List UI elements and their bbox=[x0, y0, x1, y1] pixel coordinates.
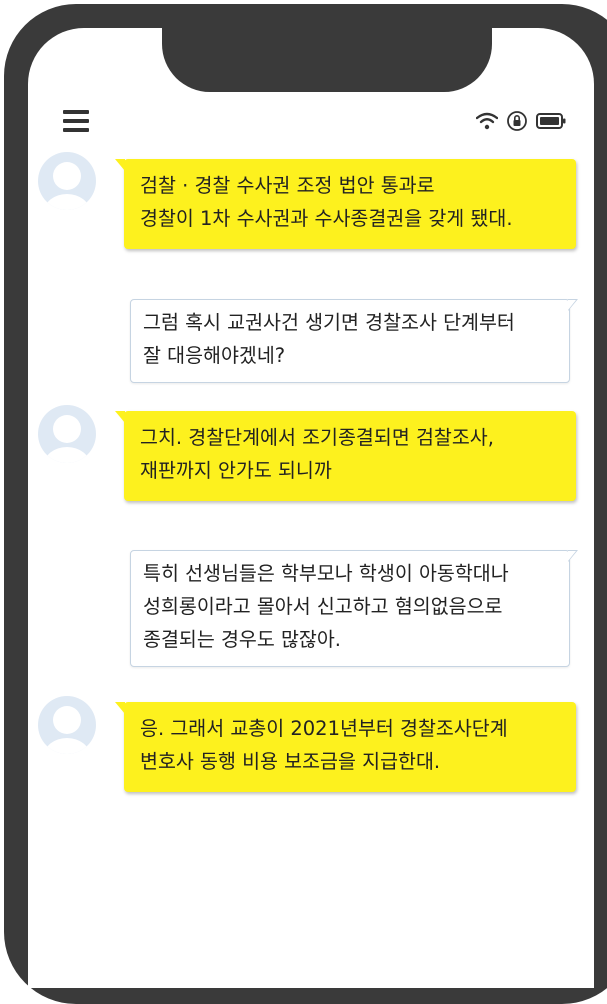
lock-rotation-icon bbox=[507, 111, 527, 131]
message-bubble-incoming: 그치. 경찰단계에서 조기종결되면 검찰조사, 재판까지 안가도 되니까 bbox=[115, 411, 576, 501]
phone-notch bbox=[162, 28, 492, 92]
wifi-icon bbox=[476, 112, 498, 130]
message-bubble-incoming: 응. 그래서 교총이 2021년부터 경찰조사단계 변호사 동행 비용 보조금을… bbox=[115, 702, 576, 792]
avatar[interactable] bbox=[38, 405, 96, 463]
message-bubble-incoming: 검찰 · 경찰 수사권 조정 법안 통과로 경찰이 1차 수사권과 수사종결권을… bbox=[115, 159, 576, 249]
status-bar bbox=[476, 110, 566, 132]
phone-frame: 검찰 · 경찰 수사권 조정 법안 통과로 경찰이 1차 수사권과 수사종결권을… bbox=[4, 4, 607, 1004]
avatar[interactable] bbox=[38, 152, 96, 210]
battery-icon bbox=[536, 113, 566, 129]
message-bubble-outgoing: 그럼 혹시 교권사건 생기면 경찰조사 단계부터 잘 대응해야겠네? bbox=[130, 299, 578, 383]
message-bubble-outgoing: 특히 선생님들은 학부모나 학생이 아동학대나 성희롱이라고 몰아서 신고하고 … bbox=[130, 550, 578, 667]
hamburger-menu-icon[interactable] bbox=[63, 110, 89, 132]
avatar[interactable] bbox=[38, 696, 96, 754]
chat-screen: 검찰 · 경찰 수사권 조정 법안 통과로 경찰이 1차 수사권과 수사종결권을… bbox=[28, 28, 594, 988]
